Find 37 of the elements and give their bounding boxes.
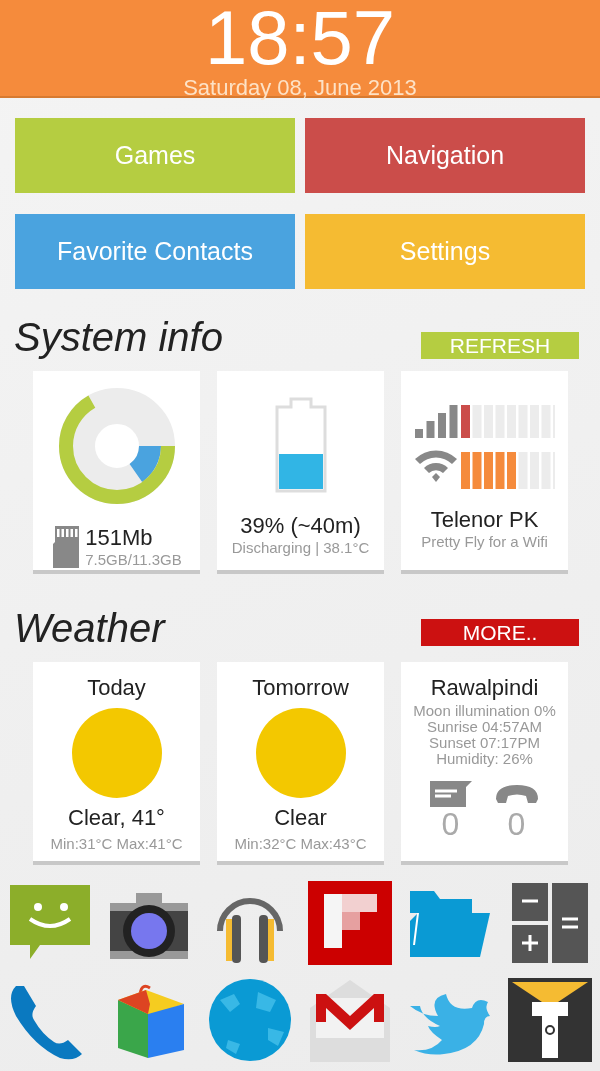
sun-icon: [254, 707, 347, 799]
weather-detail: Sunset 07:17PM: [429, 735, 540, 751]
forecast-range: Min:31°C Max:41°C: [50, 835, 183, 853]
battery-value: 39% (~40m): [240, 513, 361, 539]
weather-detail: Sunrise 04:57AM: [426, 719, 543, 735]
shortcut-tile[interactable]: Favorite Contacts: [15, 214, 295, 289]
forecast-day: Today: [87, 675, 146, 701]
refresh-button[interactable]: REFRESH: [421, 332, 579, 359]
shortcut-tile[interactable]: Settings: [305, 214, 585, 289]
city-name: Rawalpindi: [430, 675, 539, 701]
forecast-condition: Clear, 41°: [68, 805, 165, 831]
message-count: 0: [441, 807, 460, 841]
weather-detail: Humidity: 26%: [436, 751, 533, 767]
envelope-icon[interactable]: [308, 978, 392, 1062]
forecast-condition: Clear: [274, 805, 327, 831]
storage-value: 151Mb: [85, 525, 154, 551]
flipboard-tile-icon[interactable]: [308, 881, 392, 965]
message-icon: [429, 781, 472, 807]
more-button[interactable]: MORE..: [421, 619, 579, 646]
flashlight-icon[interactable]: [508, 978, 592, 1062]
clock-time: 18:57: [204, 0, 396, 76]
wifi-name: Pretty Fly for a Wifi: [421, 533, 548, 551]
weather-detail: Moon illumination 0%: [413, 703, 556, 719]
clock-date: Saturday 08, June 2013: [183, 76, 417, 100]
globe-icon[interactable]: [208, 978, 292, 1062]
network-name: Telenor PK: [430, 507, 539, 533]
call-count: 0: [507, 807, 526, 841]
forecast-range: Min:32°C Max:43°C: [234, 835, 367, 853]
sd-card-icon: [51, 526, 80, 568]
section-title: Weather: [14, 606, 165, 650]
forecast-day: Tomorrow: [252, 675, 349, 701]
shortcut-tile[interactable]: Games: [15, 118, 295, 193]
storage-detail: 7.5GB/11.3GB: [85, 551, 182, 569]
section-title: System info: [14, 315, 223, 359]
battery-detail: Discharging | 38.1°C: [231, 539, 370, 557]
shortcut-tile[interactable]: Navigation: [305, 118, 585, 193]
sun-icon: [70, 707, 163, 799]
